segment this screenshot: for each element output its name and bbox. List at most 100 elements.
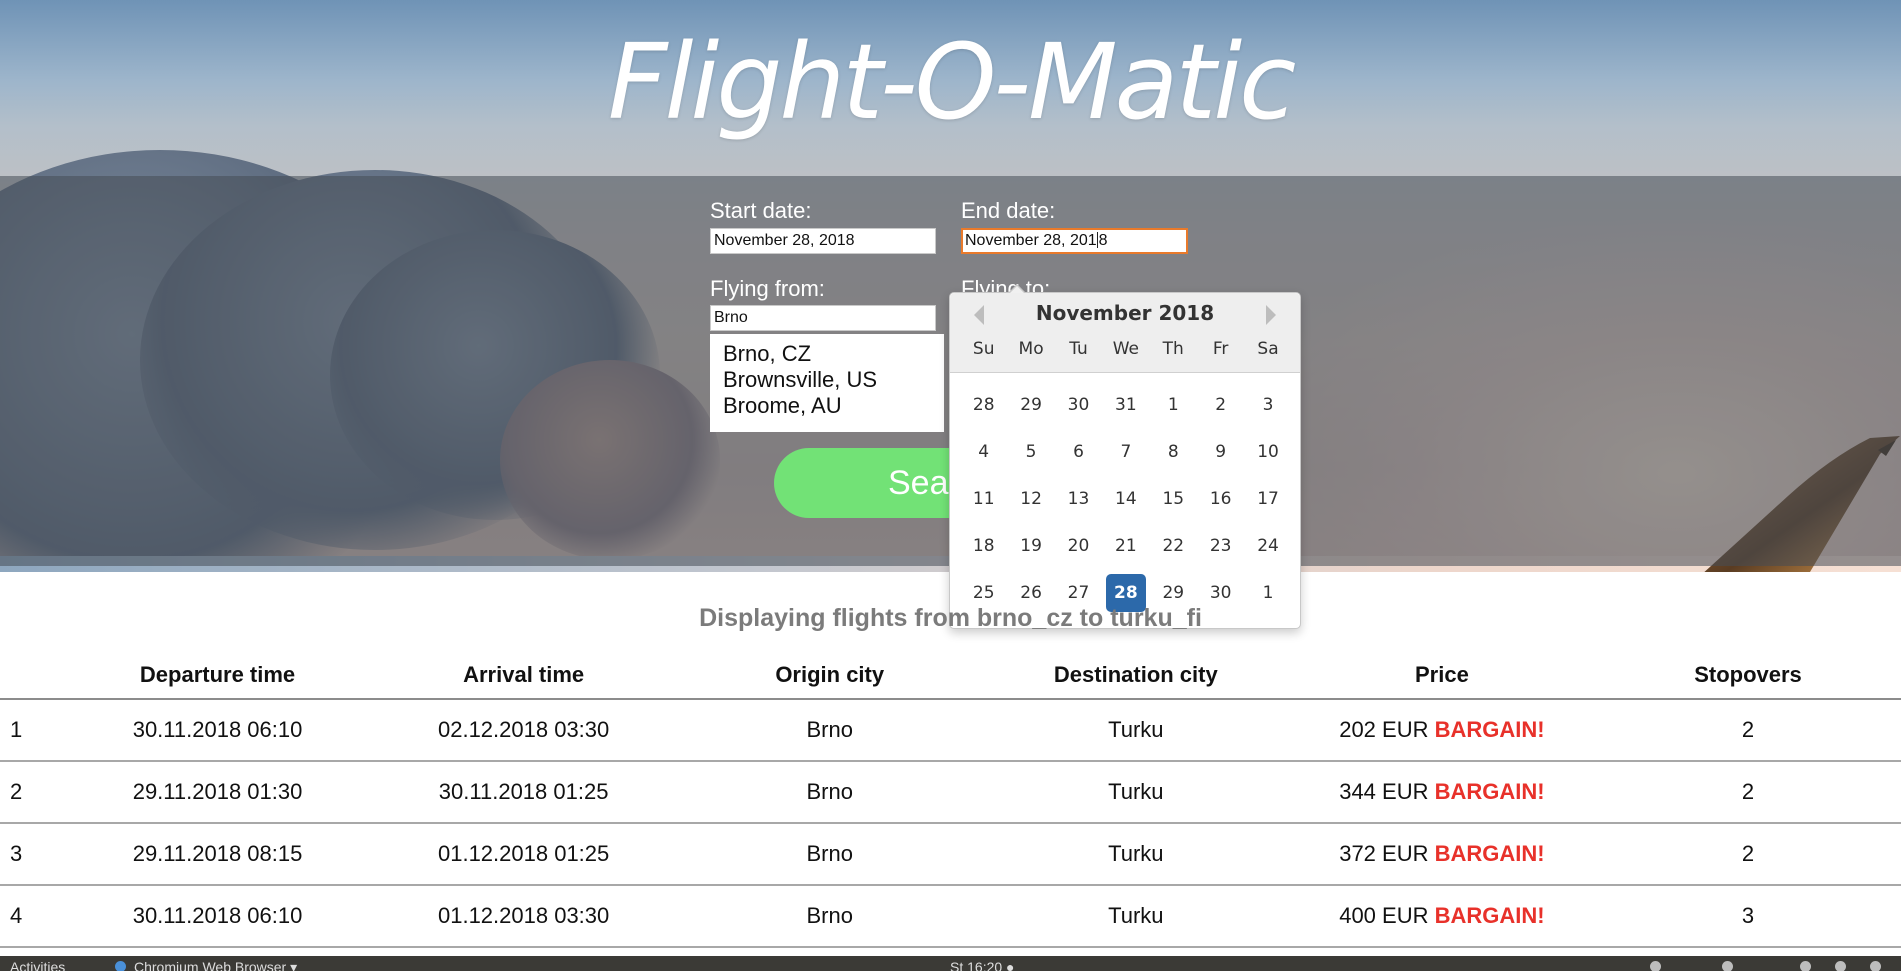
calendar-day[interactable]: 16 xyxy=(1197,485,1244,532)
app-menu[interactable]: Chromium Web Browser ▾ xyxy=(134,959,297,971)
table-row[interactable]: 1 30.11.2018 06:10 02.12.2018 03:30 Brno… xyxy=(0,700,1901,762)
calendar-day[interactable]: 9 xyxy=(1197,438,1244,485)
row-index: 2 xyxy=(10,779,23,804)
calendar-day[interactable]: 28 xyxy=(960,391,1007,438)
bluetooth-icon[interactable] xyxy=(1800,961,1811,971)
accessibility-icon[interactable] xyxy=(1650,961,1661,971)
system-taskbar: Activities Chromium Web Browser ▾ St 16:… xyxy=(0,956,1901,971)
clock[interactable]: St 16:20 ● xyxy=(950,959,1015,971)
autocomplete-option[interactable]: Brownsville, US xyxy=(723,367,931,393)
flying-from-input[interactable]: Brno xyxy=(710,305,936,331)
departure-time: 29.11.2018 01:30 xyxy=(132,779,303,804)
calendar-day[interactable]: 23 xyxy=(1197,532,1244,579)
destination-city: Turku xyxy=(1108,903,1164,928)
price: 372 EUR xyxy=(1339,841,1429,866)
calendar-day[interactable]: 6 xyxy=(1055,438,1102,485)
price-cell: 202 EUR BARGAIN! xyxy=(1289,717,1595,743)
calendar-day[interactable]: 3 xyxy=(1244,391,1291,438)
end-date-label: End date: xyxy=(961,198,1056,223)
price: 202 EUR xyxy=(1339,717,1429,742)
calendar-day[interactable]: 5 xyxy=(1007,438,1054,485)
departure-time: 29.11.2018 08:15 xyxy=(132,841,303,866)
calendar-day[interactable]: 13 xyxy=(1055,485,1102,532)
stopovers: 2 xyxy=(1741,841,1755,866)
column-header: Stopovers xyxy=(1694,662,1802,687)
calendar-week: 18 19 20 21 22 23 24 xyxy=(960,532,1292,579)
flights-table: Departure time Arrival time Origin city … xyxy=(0,652,1901,948)
calendar-day[interactable]: 4 xyxy=(960,438,1007,485)
datepicker-days: 28 29 30 31 1 2 3 4 5 6 7 8 9 10 11 12 1… xyxy=(960,391,1292,626)
app-title: Flight-O-Matic xyxy=(607,21,1297,143)
calendar-day[interactable]: 7 xyxy=(1102,438,1149,485)
calendar-day[interactable]: 22 xyxy=(1150,532,1197,579)
datepicker-month-title: November 2018 xyxy=(1035,301,1215,325)
table-row[interactable]: 3 29.11.2018 08:15 01.12.2018 01:25 Brno… xyxy=(0,824,1901,886)
calendar-day[interactable]: 31 xyxy=(1102,391,1149,438)
column-header: Arrival time xyxy=(463,662,585,687)
calendar-day[interactable]: 21 xyxy=(1102,532,1149,579)
calendar-day[interactable]: 18 xyxy=(960,532,1007,579)
arrival-time: 30.11.2018 01:25 xyxy=(438,779,609,804)
calendar-day[interactable]: 17 xyxy=(1244,485,1291,532)
calendar-day[interactable]: 30 xyxy=(1055,391,1102,438)
end-date-input[interactable]: November 28, 201 8 xyxy=(961,228,1188,254)
destination-city: Turku xyxy=(1108,717,1164,742)
price-cell: 400 EUR BARGAIN! xyxy=(1289,903,1595,929)
datepicker-header: November 2018 Su Mo Tu We Th Fr Sa xyxy=(950,293,1300,373)
weekday-label: Su xyxy=(972,339,995,359)
arrival-time: 01.12.2018 03:30 xyxy=(437,903,610,928)
column-header: Destination city xyxy=(1053,662,1218,687)
calendar-day[interactable]: 20 xyxy=(1055,532,1102,579)
start-date-label: Start date: xyxy=(710,198,812,223)
arrival-time: 02.12.2018 03:30 xyxy=(437,717,610,742)
bargain-badge: BARGAIN! xyxy=(1434,841,1545,866)
autocomplete-option[interactable]: Broome, AU xyxy=(723,393,931,419)
weekday-label: Th xyxy=(1162,339,1184,359)
table-row[interactable]: 2 29.11.2018 01:30 30.11.2018 01:25 Brno… xyxy=(0,762,1901,824)
chromium-icon xyxy=(115,961,126,971)
chevron-right-icon[interactable] xyxy=(1266,305,1276,325)
calendar-day[interactable]: 11 xyxy=(960,485,1007,532)
bargain-badge: BARGAIN! xyxy=(1434,903,1545,928)
stopovers: 3 xyxy=(1741,903,1755,928)
origin-city: Brno xyxy=(806,779,853,804)
calendar-day[interactable]: 8 xyxy=(1150,438,1197,485)
flying-from-label: Flying from: xyxy=(710,276,825,301)
table-row[interactable]: 4 30.11.2018 06:10 01.12.2018 03:30 Brno… xyxy=(0,886,1901,948)
network-icon[interactable] xyxy=(1722,961,1733,971)
calendar-day[interactable]: 29 xyxy=(1007,391,1054,438)
column-header: Price xyxy=(1414,662,1469,687)
start-date-input[interactable]: November 28, 2018 xyxy=(710,228,936,254)
volume-icon[interactable] xyxy=(1835,961,1846,971)
calendar-day[interactable]: 10 xyxy=(1244,438,1291,485)
destination-city: Turku xyxy=(1108,841,1164,866)
origin-city: Brno xyxy=(806,717,853,742)
weekday-label: Tu xyxy=(1069,339,1088,359)
price-cell: 344 EUR BARGAIN! xyxy=(1289,779,1595,805)
calendar-day[interactable]: 2 xyxy=(1197,391,1244,438)
calendar-week: 11 12 13 14 15 16 17 xyxy=(960,485,1292,532)
power-icon[interactable] xyxy=(1870,961,1881,971)
calendar-day[interactable]: 15 xyxy=(1150,485,1197,532)
weekday-label: Fr xyxy=(1212,339,1229,359)
bargain-badge: BARGAIN! xyxy=(1434,717,1545,742)
departure-time: 30.11.2018 06:10 xyxy=(132,903,303,928)
end-date-text: November 28, 201 xyxy=(965,232,1097,249)
calendar-day[interactable]: 1 xyxy=(1150,391,1197,438)
weekday-header: Su Mo Tu We Th Fr Sa xyxy=(960,339,1292,359)
results-heading: Displaying flights from brno_cz to turku… xyxy=(699,604,1202,632)
activities-button[interactable]: Activities xyxy=(10,959,65,971)
calendar-day[interactable]: 24 xyxy=(1244,532,1291,579)
autocomplete-option[interactable]: Brno, CZ xyxy=(723,341,931,367)
price: 344 EUR xyxy=(1339,779,1429,804)
calendar-week: 28 29 30 31 1 2 3 xyxy=(960,391,1292,438)
arrival-time: 01.12.2018 01:25 xyxy=(437,841,610,866)
datepicker-popup: November 2018 Su Mo Tu We Th Fr Sa 28 29… xyxy=(949,284,1301,629)
destination-city: Turku xyxy=(1108,779,1164,804)
calendar-day[interactable]: 14 xyxy=(1102,485,1149,532)
row-index: 1 xyxy=(10,717,23,742)
calendar-day[interactable]: 12 xyxy=(1007,485,1054,532)
row-index: 4 xyxy=(10,903,23,928)
calendar-day[interactable]: 19 xyxy=(1007,532,1054,579)
departure-time: 30.11.2018 06:10 xyxy=(132,717,303,742)
